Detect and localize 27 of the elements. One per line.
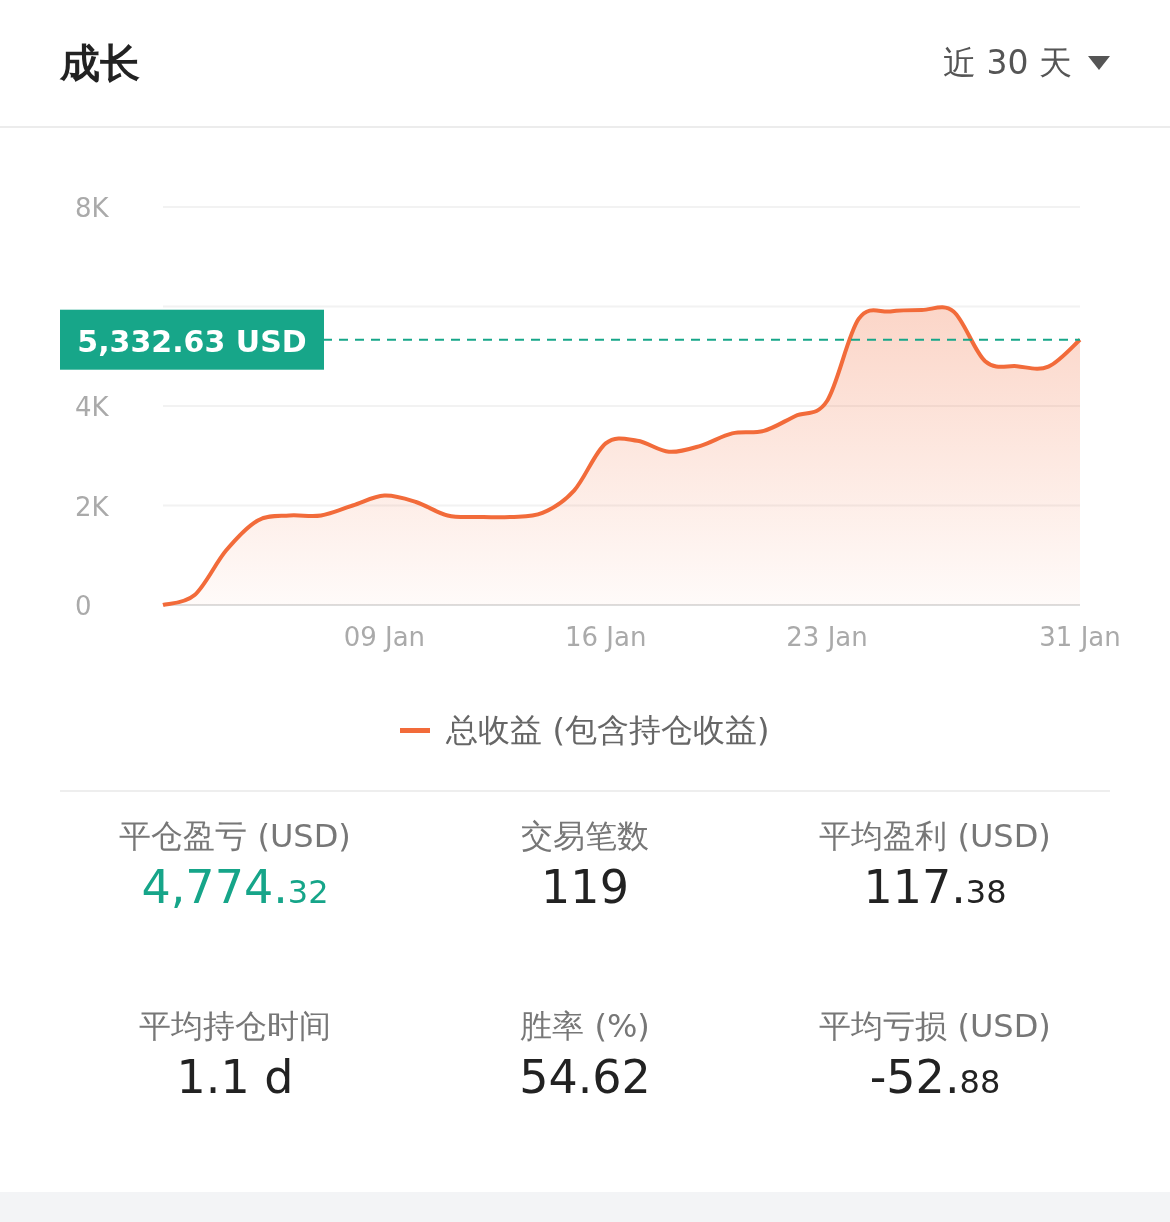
stat-label: 平均盈利 (USD) bbox=[819, 816, 1051, 857]
x-axis-label: 09 Jan bbox=[343, 622, 426, 652]
y-axis-label: 8K bbox=[75, 193, 109, 223]
x-axis-label: 23 Jan bbox=[786, 622, 868, 652]
value-badge: 5,332.63 USD bbox=[60, 309, 324, 370]
legend-label: 总收益 (包含持仓收益) bbox=[446, 710, 770, 751]
stat-label: 交易笔数 bbox=[521, 816, 649, 857]
page-title: 成长 bbox=[60, 39, 140, 88]
stat-value: -52.88 bbox=[869, 1050, 1001, 1106]
stat-value: 1.1 d bbox=[176, 1050, 294, 1106]
y-axis-label: 2K bbox=[75, 491, 109, 522]
caret-icon bbox=[1088, 56, 1110, 70]
x-axis-label: 31 Jan bbox=[1039, 622, 1121, 652]
stat-label: 平仓盈亏 (USD) bbox=[119, 816, 351, 857]
y-axis-label: 4K bbox=[75, 392, 109, 422]
stat-value: 119 bbox=[541, 860, 629, 916]
period-dropdown[interactable]: 近 30 天 bbox=[943, 38, 1110, 88]
stat-label: 平均持仓时间 bbox=[139, 1006, 331, 1047]
stat-label: 胜率 (%) bbox=[520, 1006, 650, 1047]
stat-value: 4,774.32 bbox=[141, 860, 329, 916]
stat-value: 54.62 bbox=[519, 1050, 651, 1106]
stat-value: 117.38 bbox=[863, 860, 1007, 916]
y-axis-label: 0 bbox=[75, 591, 92, 621]
legend-swatch-icon bbox=[400, 727, 431, 733]
x-axis-label: 16 Jan bbox=[564, 622, 647, 652]
ref-line-label: 5,332.63 USD bbox=[77, 323, 307, 359]
stat-label: 平均亏损 (USD) bbox=[819, 1006, 1051, 1047]
